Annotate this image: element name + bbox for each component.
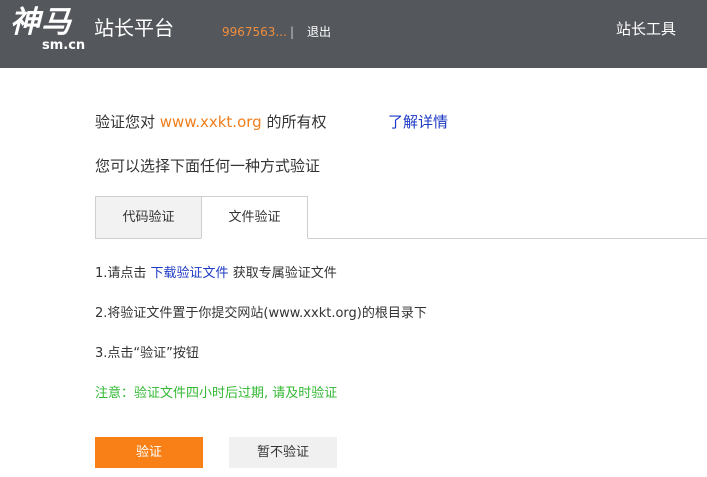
webmaster-tools-link[interactable]: 站长工具 — [616, 18, 676, 40]
learn-more-link[interactable]: 了解详情 — [388, 110, 448, 134]
ownership-heading: 验证您对 www.xxkt.org 的所有权 — [95, 110, 326, 134]
logo-subtext: sm.cn — [42, 38, 86, 53]
logout-link[interactable]: 退出 — [307, 23, 331, 41]
shenma-logo[interactable]: 神马 sm.cn — [10, 6, 88, 56]
tab-file-verification[interactable]: 文件验证 — [201, 196, 308, 239]
step-3: 3.点击“验证”按钮 — [95, 346, 199, 361]
logo-mark: 神马 — [10, 5, 72, 40]
user-id: 9967563... — [222, 25, 287, 39]
ownership-prefix: 验证您对 — [95, 113, 160, 131]
site-name: 站长平台 — [94, 16, 174, 40]
tab-code-verification[interactable]: 代码验证 — [95, 196, 202, 239]
skip-verification-button[interactable]: 暂不验证 — [229, 437, 337, 468]
download-verification-file-link[interactable]: 下载验证文件 — [151, 266, 229, 281]
expiry-notice: 注意：验证文件四小时后过期, 请及时验证 — [95, 386, 338, 401]
step-1-prefix: 1.请点击 — [95, 266, 151, 281]
ownership-suffix: 的所有权 — [261, 113, 327, 131]
step-2: 2.将验证文件置于你提交网站(www.xxkt.org)的根目录下 — [95, 306, 427, 321]
top-header: 神马 sm.cn 站长平台 9967563... | 退出 站长工具 — [0, 0, 707, 68]
domain-name: www.xxkt.org — [159, 113, 262, 131]
choose-method-text: 您可以选择下面任何一种方式验证 — [95, 157, 321, 175]
step-1: 1.请点击 下载验证文件 获取专属验证文件 — [95, 264, 337, 284]
step-1-suffix: 获取专属验证文件 — [228, 266, 337, 281]
verify-button[interactable]: 验证 — [95, 437, 203, 468]
header-divider: | — [290, 25, 295, 39]
